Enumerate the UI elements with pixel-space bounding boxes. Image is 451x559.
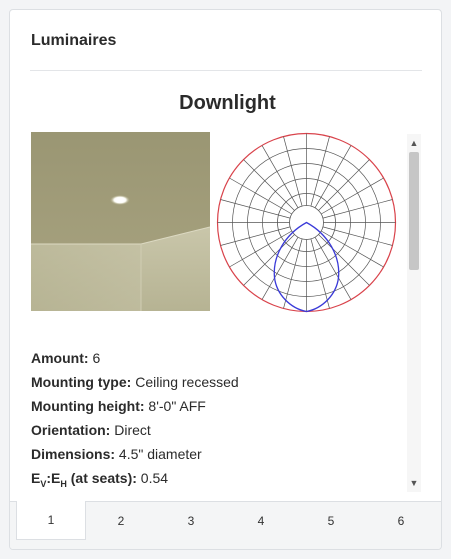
vertical-scrollbar[interactable]: ▲ ▼: [407, 134, 421, 492]
luminaire-detail-scroll[interactable]: Downlight Amount: 6 Mounting type: Ceili…: [10, 80, 420, 493]
luminaire-title: Downlight: [179, 92, 276, 114]
luminaire-tabs: 1 2 3 4 5 6: [10, 501, 441, 549]
scroll-down-icon[interactable]: ▼: [407, 476, 421, 490]
property-dimensions: Dimensions: 4.5" diameter: [31, 446, 202, 462]
polar-distribution-diagram: [215, 132, 398, 313]
tab-6[interactable]: 6: [366, 502, 436, 540]
tab-2[interactable]: 2: [86, 502, 156, 540]
room-render-image: [31, 132, 210, 311]
card-title: Luminaires: [31, 32, 117, 49]
luminaire-properties: Amount: 6 Mounting type: Ceiling recesse…: [31, 346, 239, 493]
tab-5[interactable]: 5: [296, 502, 366, 540]
property-orientation: Orientation: Direct: [31, 422, 151, 438]
tab-1[interactable]: 1: [16, 501, 86, 540]
property-mounting-type: Mounting type: Ceiling recessed: [31, 374, 239, 390]
property-ev-eh-ratio: EV:EH (at seats): 0.54: [31, 470, 169, 489]
luminaires-card: Luminaires Downlight Amount: 6 Mounting …: [9, 9, 442, 550]
scroll-up-icon[interactable]: ▲: [407, 136, 421, 150]
scrollbar-thumb[interactable]: [409, 152, 419, 270]
tab-4[interactable]: 4: [226, 502, 296, 540]
property-amount: Amount: 6: [31, 350, 101, 366]
divider: [30, 70, 422, 71]
tab-3[interactable]: 3: [156, 502, 226, 540]
property-mounting-height: Mounting height: 8'-0" AFF: [31, 398, 206, 414]
